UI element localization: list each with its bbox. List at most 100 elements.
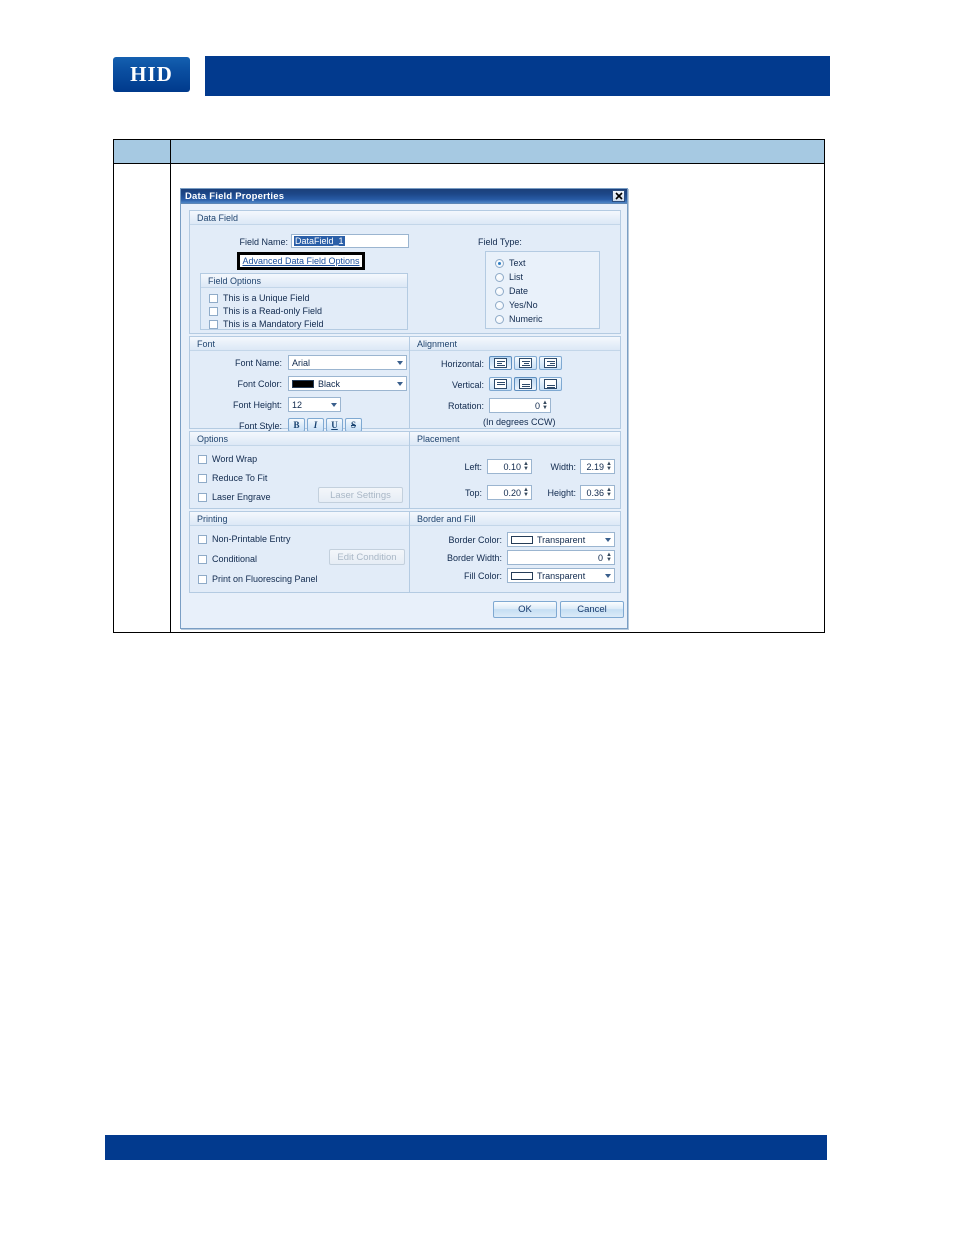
chevron-down-icon (331, 402, 337, 407)
height-label: Height: (547, 488, 576, 498)
align-bottom-icon (544, 379, 557, 389)
left-value: 0.10 (503, 461, 521, 472)
left-spinner[interactable]: ▲ ▼ (522, 461, 530, 473)
checkbox-icon (198, 574, 207, 584)
underline-button[interactable]: U (326, 418, 343, 432)
checkbox-label: Non-Printable Entry (212, 534, 291, 544)
edit-condition-button[interactable]: Edit Condition (329, 549, 405, 565)
radio-field-type-list[interactable]: List (495, 272, 523, 282)
checkbox-label: Reduce To Fit (212, 473, 268, 483)
border-color-combo[interactable]: Transparent (507, 532, 615, 547)
font-color-combo[interactable]: Black (288, 376, 407, 391)
font-height-label: Font Height: (232, 400, 282, 410)
font-name-label: Font Name: (234, 358, 282, 368)
checkbox-print-fluorescing-panel[interactable]: Print on Fluorescing Panel (198, 574, 318, 584)
checkbox-non-printable-entry[interactable]: Non-Printable Entry (198, 534, 291, 544)
strikethrough-button[interactable]: S (345, 418, 362, 432)
field-type-radio-group: Text List Date Yes/No Numeric (485, 251, 600, 329)
radio-field-type-yesno[interactable]: Yes/No (495, 300, 538, 310)
width-input[interactable]: 2.19 ▲ ▼ (580, 459, 615, 474)
border-width-spinner[interactable]: ▲ ▼ (605, 552, 613, 564)
rotation-value: 0 (534, 400, 540, 411)
align-center-icon (519, 358, 532, 368)
align-top-button[interactable] (489, 377, 512, 391)
chevron-down-icon (397, 360, 403, 365)
group-data-field: Data Field Field Name: DataField_1 Advan… (189, 210, 621, 334)
advanced-options-highlight: Advanced Data Field Options (237, 252, 365, 270)
width-label: Width: (550, 462, 576, 472)
cancel-button[interactable]: Cancel (560, 601, 624, 618)
chevron-down-icon (397, 381, 403, 386)
rotation-spinner[interactable]: ▲ ▼ (541, 400, 549, 412)
checkbox-icon (198, 554, 207, 564)
height-input[interactable]: 0.36 ▲ ▼ (580, 485, 615, 500)
checkbox-word-wrap[interactable]: Word Wrap (198, 454, 257, 464)
rotation-input[interactable]: 0 ▲ ▼ (489, 398, 551, 413)
font-name-combo[interactable]: Arial (288, 355, 407, 370)
top-input[interactable]: 0.20 ▲ ▼ (487, 485, 532, 500)
fill-color-value: Transparent (537, 570, 586, 581)
advanced-data-field-options-link[interactable]: Advanced Data Field Options (242, 256, 359, 266)
hid-logo: HID (113, 57, 190, 92)
group-field-options-title: Field Options (201, 274, 407, 288)
checkbox-unique-field[interactable]: This is a Unique Field (209, 293, 310, 303)
align-left-button[interactable] (489, 356, 512, 370)
fill-color-combo[interactable]: Transparent (507, 568, 615, 583)
checkbox-icon (198, 454, 207, 464)
left-input[interactable]: 0.10 ▲ ▼ (487, 459, 532, 474)
group-border-and-fill: Border and Fill Border Color: Transparen… (409, 511, 621, 593)
radio-icon (495, 258, 504, 268)
field-name-label: Field Name: (239, 237, 288, 247)
font-color-label: Font Color: (237, 379, 282, 389)
radio-field-type-text[interactable]: Text (495, 258, 526, 268)
checkbox-label: Word Wrap (212, 454, 258, 464)
checkbox-laser-engrave[interactable]: Laser Engrave (198, 492, 271, 502)
italic-button[interactable]: I (307, 418, 324, 432)
bold-button[interactable]: B (288, 418, 305, 432)
checkbox-mandatory-field[interactable]: This is a Mandatory Field (209, 319, 324, 329)
checkbox-readonly-field[interactable]: This is a Read-only Field (209, 306, 322, 316)
top-spinner[interactable]: ▲ ▼ (522, 487, 530, 499)
align-center-button[interactable] (514, 356, 537, 370)
align-middle-button[interactable] (514, 377, 537, 391)
border-width-input[interactable]: 0 ▲ ▼ (507, 550, 615, 565)
dialog-titlebar[interactable]: Data Field Properties (181, 189, 627, 204)
border-width-value: 0 (597, 552, 603, 563)
ok-button[interactable]: OK (493, 601, 557, 618)
checkbox-reduce-to-fit[interactable]: Reduce To Fit (198, 473, 267, 483)
laser-settings-button[interactable]: Laser Settings (318, 487, 403, 503)
group-alignment: Alignment Horizontal: Vertical: Rotation… (409, 336, 621, 429)
fill-color-label: Fill Color: (463, 571, 502, 581)
field-name-value: DataField_1 (294, 236, 345, 246)
font-name-value: Arial (292, 357, 311, 368)
align-left-icon (494, 358, 507, 368)
align-bottom-button[interactable] (539, 377, 562, 391)
radio-field-type-date[interactable]: Date (495, 286, 528, 296)
radio-label: Text (509, 258, 526, 268)
checkbox-icon (198, 473, 207, 483)
checkbox-conditional[interactable]: Conditional (198, 554, 257, 564)
page-header: HID (0, 0, 954, 130)
checkbox-icon (209, 319, 218, 329)
group-field-options: Field Options This is a Unique Field Thi… (200, 273, 408, 330)
checkbox-label: This is a Mandatory Field (223, 319, 324, 329)
checkbox-icon (198, 492, 207, 502)
radio-icon (495, 272, 504, 282)
height-spinner[interactable]: ▲ ▼ (605, 487, 613, 499)
width-spinner[interactable]: ▲ ▼ (605, 461, 613, 473)
radio-field-type-numeric[interactable]: Numeric (495, 314, 543, 324)
italic-icon: I (313, 420, 318, 430)
align-right-button[interactable] (539, 356, 562, 370)
bold-icon: B (293, 420, 300, 430)
group-data-field-title: Data Field (190, 211, 620, 225)
page-footer-bar (105, 1135, 827, 1160)
group-placement: Placement Left: 0.10 ▲ ▼ Width: 2.19 ▲ ▼ T… (409, 431, 621, 509)
border-width-label: Border Width: (446, 553, 502, 563)
close-icon[interactable] (612, 190, 625, 202)
top-label: Top: (464, 488, 482, 498)
field-name-input[interactable]: DataField_1 (291, 234, 409, 248)
font-height-combo[interactable]: 12 (288, 397, 341, 412)
radio-icon (495, 300, 504, 310)
color-swatch-icon (511, 571, 533, 580)
rotation-hint: (In degrees CCW) (483, 417, 556, 427)
